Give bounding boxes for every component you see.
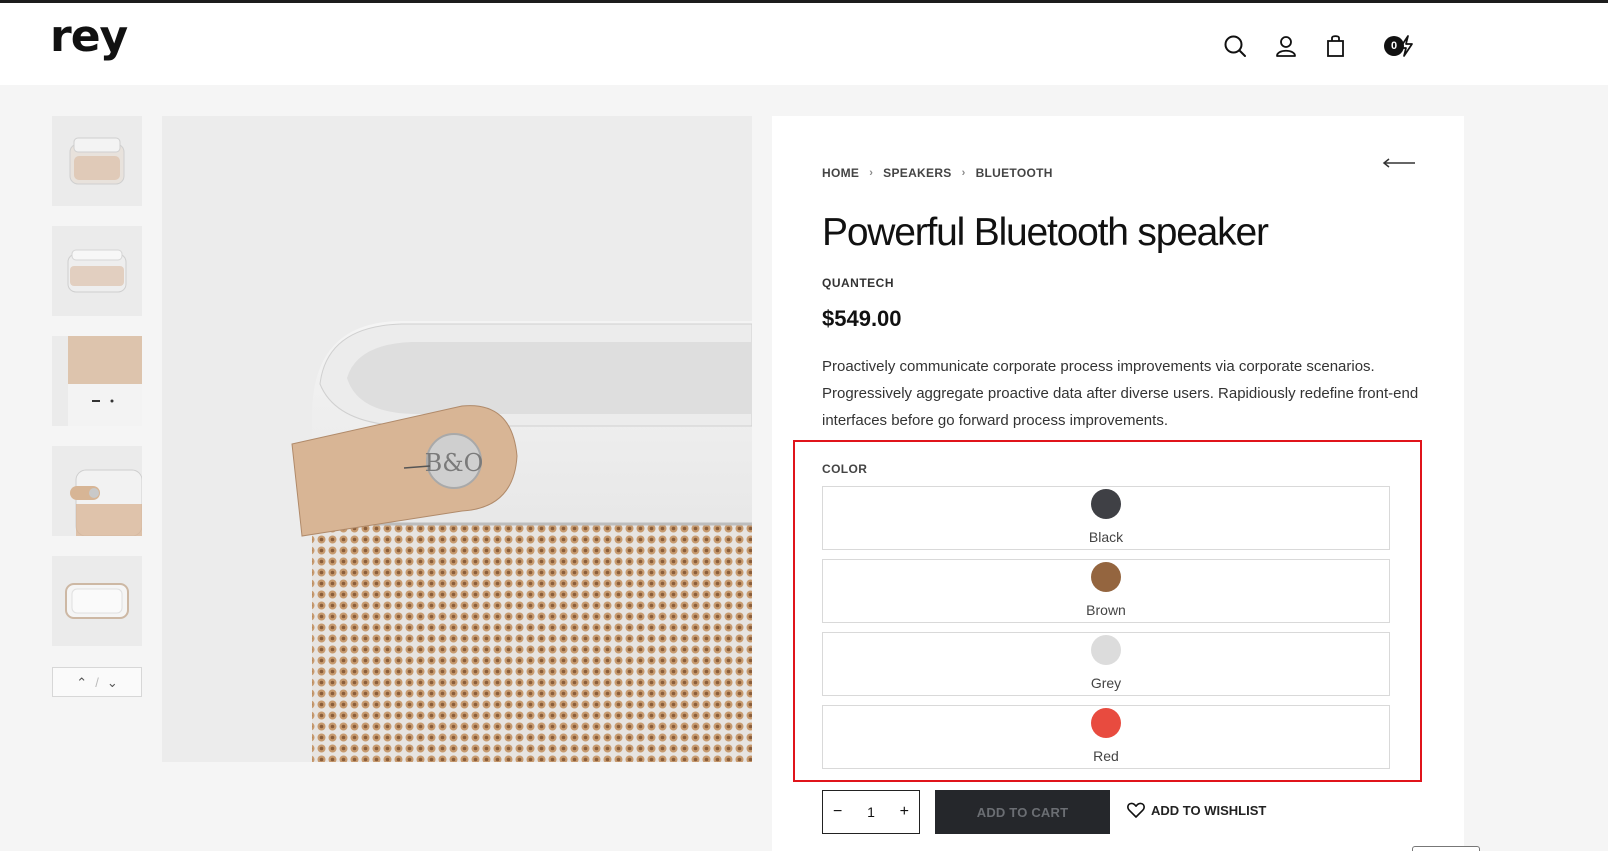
color-dot-black [1091,489,1121,519]
thumb-next-button[interactable]: ⌄ [107,676,118,689]
thumbnail-1[interactable] [52,116,142,206]
color-swatch-list: Black Brown Grey Red [822,486,1390,778]
thumbnail-list [52,116,142,666]
color-dot-brown [1091,562,1121,592]
product-price: $549.00 [822,306,902,331]
add-to-cart-button[interactable]: ADD TO CART [935,790,1110,834]
add-to-wishlist-label: ADD TO WISHLIST [1151,802,1267,818]
quantity-decrease-button[interactable]: − [833,803,842,821]
color-option-label: Grey [1090,675,1122,691]
thumb-nav-separator: / [95,674,99,690]
product-description: Proactively communicate corporate proces… [822,358,1419,429]
breadcrumb: HOME › SPEAKERS › BLUETOOTH [822,166,1053,180]
heart-icon [1127,802,1145,818]
speaker-thumbnail-image [70,469,142,536]
add-to-wishlist-button[interactable]: ADD TO WISHLIST [1127,802,1266,818]
back-arrow-icon[interactable] [1382,156,1416,170]
thumbnail-2[interactable] [52,226,142,316]
quantity-increase-button[interactable]: + [900,803,909,821]
color-option-grey[interactable]: Grey [822,632,1390,696]
thumbnail-5[interactable] [52,556,142,646]
color-option-label: Red [1093,748,1119,764]
color-dot-red [1091,708,1121,738]
color-option-label: Brown [1086,602,1126,618]
thumbnail-4[interactable] [52,446,142,536]
site-logo[interactable]: rey [50,15,128,59]
breadcrumb-separator-icon: › [961,167,966,179]
account-icon[interactable] [1273,33,1299,59]
color-option-label: Black [1088,529,1124,545]
color-option-red[interactable]: Red [822,705,1390,769]
color-label: COLOR [822,462,868,476]
color-option-black[interactable]: Black [822,486,1390,550]
color-dot-grey [1091,635,1121,665]
product-brand[interactable]: QUANTECH [822,276,894,290]
site-header: rey 0 [0,3,1608,85]
speaker-hero-image: B&O [291,321,752,762]
product-title: Powerful Bluetooth speaker [822,211,1269,254]
speaker-thumbnail-image [68,336,142,426]
svg-text:B&O: B&O [425,449,484,477]
quantity-stepper: − 1 + [822,790,920,834]
thumb-prev-button[interactable]: ⌃ [76,676,87,689]
breadcrumb-bluetooth[interactable]: BLUETOOTH [976,166,1053,180]
lightning-icon[interactable] [1393,33,1419,59]
thumbnail-nav: ⌃ / ⌄ [52,667,142,697]
product-info-panel: HOME › SPEAKERS › BLUETOOTH Powerful Blu… [772,116,1464,851]
breadcrumb-home[interactable]: HOME [822,166,859,180]
color-option-brown[interactable]: Brown [822,559,1390,623]
cart-icon[interactable] [1324,33,1350,59]
search-icon[interactable] [1222,33,1248,59]
thumbnail-3[interactable] [52,336,142,426]
speaker-thumbnail-image [65,583,129,619]
quantity-input[interactable]: 1 [867,804,875,820]
main-product-image[interactable]: B&O [162,116,752,762]
speaker-thumbnail-image [69,137,125,185]
breadcrumb-separator-icon: › [869,167,874,179]
speaker-thumbnail-image [67,249,127,293]
breadcrumb-speakers[interactable]: SPEAKERS [883,166,951,180]
scroll-to-top-tab[interactable] [1412,846,1480,851]
